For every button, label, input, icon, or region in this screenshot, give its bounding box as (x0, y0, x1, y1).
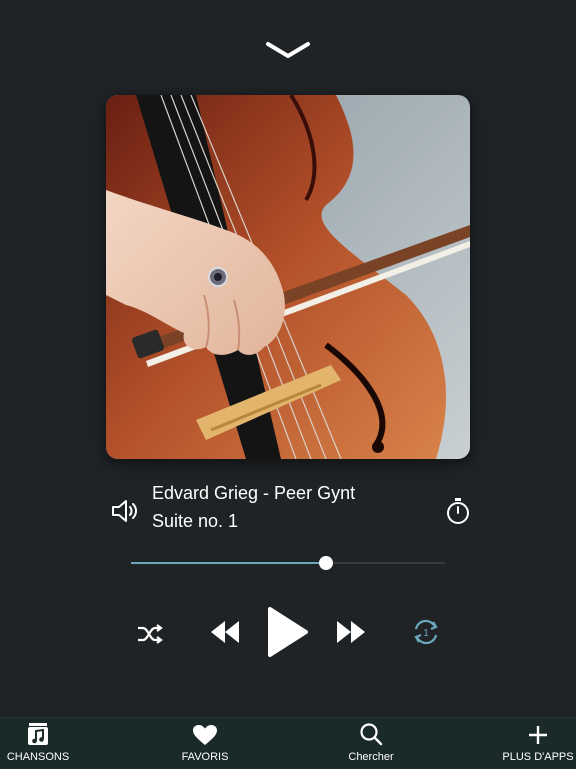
plus-icon (529, 726, 547, 744)
tab-label: PLUS D'APPS (502, 751, 574, 763)
progress-thumb[interactable] (318, 556, 333, 570)
repeat-one-button[interactable]: 1 (410, 617, 442, 647)
chevron-down-icon (266, 42, 310, 58)
progress-fill (131, 562, 326, 564)
playback-progress-slider[interactable] (131, 556, 445, 570)
rewind-button[interactable] (208, 616, 242, 648)
repeat-badge: 1 (423, 628, 429, 639)
tab-chercher[interactable]: Chercher (336, 718, 406, 769)
rewind-icon (211, 621, 239, 643)
track-title: Edvard Grieg - Peer Gynt (152, 483, 356, 503)
tab-bar: CHANSONS FAVORIS Chercher PLUS D'APPS (0, 717, 576, 769)
shuffle-button[interactable] (134, 619, 166, 649)
tab-favoris[interactable]: FAVORIS (170, 718, 240, 769)
sleep-timer-button[interactable] (443, 495, 473, 527)
play-button[interactable] (264, 604, 312, 660)
play-icon (268, 607, 308, 657)
volume-button[interactable] (108, 495, 142, 527)
tab-chansons[interactable]: CHANSONS (4, 718, 72, 769)
repeat-one-icon: 1 (414, 619, 438, 645)
collapse-player-button[interactable] (262, 36, 314, 64)
tab-label: CHANSONS (6, 751, 70, 763)
shuffle-icon (138, 624, 163, 644)
stopwatch-icon (447, 498, 469, 524)
album-artwork (106, 95, 470, 459)
track-subtitle: Suite no. 1 (152, 511, 239, 531)
fast-forward-icon (337, 621, 365, 643)
speaker-icon (112, 500, 137, 522)
fast-forward-button[interactable] (334, 616, 368, 648)
tab-label: Chercher (348, 751, 394, 763)
music-note-icon (28, 723, 48, 745)
tab-label: FAVORIS (181, 751, 229, 763)
tab-plus-dapps[interactable]: PLUS D'APPS (500, 718, 576, 769)
heart-icon (193, 725, 217, 745)
search-icon (360, 723, 383, 746)
